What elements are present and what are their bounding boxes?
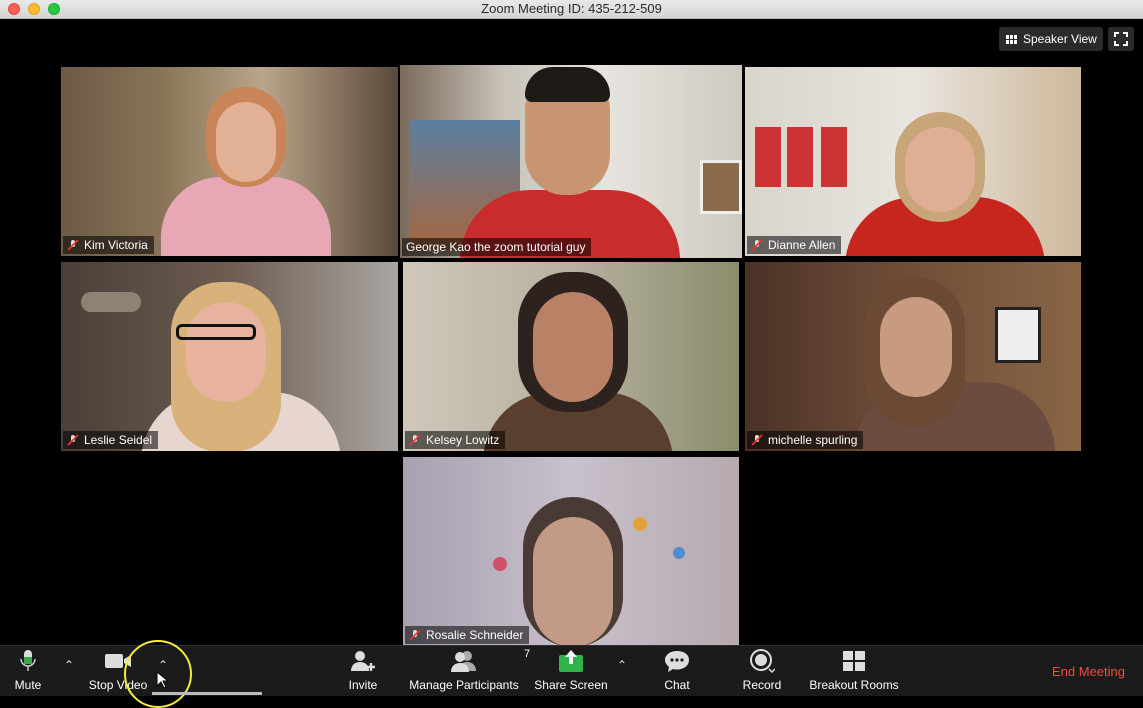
participant-nametag: Rosalie Schneider bbox=[405, 626, 530, 644]
chat-icon bbox=[665, 651, 689, 672]
fullscreen-button[interactable] bbox=[1108, 27, 1134, 51]
participant-name: Rosalie Schneider bbox=[426, 628, 524, 642]
video-tile-rosalie-schneider[interactable]: Rosalie Schneider bbox=[403, 457, 739, 646]
mute-label: Mute bbox=[14, 678, 42, 692]
end-meeting-button[interactable]: End Meeting bbox=[1052, 664, 1125, 679]
audio-options-caret[interactable]: ⌃ bbox=[64, 658, 74, 672]
mouse-pointer-icon bbox=[156, 671, 168, 689]
invite-button[interactable]: Invite bbox=[343, 646, 383, 696]
mute-button[interactable]: Mute bbox=[8, 646, 48, 696]
window-titlebar: Zoom Meeting ID: 435-212-509 bbox=[0, 0, 1143, 19]
record-icon bbox=[750, 649, 775, 674]
record-button[interactable]: Record bbox=[738, 646, 786, 696]
video-tile-dianne-allen[interactable]: Dianne Allen bbox=[745, 67, 1081, 256]
participant-name: Dianne Allen bbox=[768, 238, 836, 252]
participant-name: George Kao the zoom tutorial guy bbox=[406, 240, 586, 254]
breakout-rooms-button[interactable]: Breakout Rooms bbox=[805, 646, 903, 696]
participant-name: Kelsey Lowitz bbox=[426, 433, 500, 447]
mic-muted-icon bbox=[67, 239, 79, 251]
mic-muted-icon bbox=[67, 434, 79, 446]
participant-name: Leslie Seidel bbox=[84, 433, 153, 447]
breakout-icon bbox=[843, 651, 865, 671]
invite-icon bbox=[351, 651, 375, 671]
record-label: Record bbox=[742, 678, 782, 692]
participant-name: Kim Victoria bbox=[84, 238, 148, 252]
participant-nametag: Kim Victoria bbox=[63, 236, 154, 254]
share-options-caret[interactable]: ⌃ bbox=[617, 658, 627, 672]
share-screen-button[interactable]: Share Screen bbox=[532, 646, 610, 696]
speaker-view-label: Speaker View bbox=[1023, 32, 1097, 46]
participant-nametag: George Kao the zoom tutorial guy bbox=[402, 238, 592, 256]
video-tile-michelle-spurling[interactable]: michelle spurling bbox=[745, 262, 1081, 451]
speaker-view-icon bbox=[1006, 34, 1017, 44]
video-tile-kim-victoria[interactable]: Kim Victoria bbox=[61, 67, 398, 256]
mic-muted-icon bbox=[409, 629, 421, 641]
share-screen-label: Share Screen bbox=[534, 678, 608, 692]
participants-icon bbox=[451, 651, 476, 672]
participant-count: 7 bbox=[524, 648, 531, 660]
chat-label: Chat bbox=[664, 678, 690, 692]
invite-label: Invite bbox=[348, 678, 378, 692]
video-tile-leslie-seidel[interactable]: Leslie Seidel bbox=[61, 262, 398, 451]
video-tile-george-kao[interactable]: George Kao the zoom tutorial guy bbox=[400, 65, 742, 258]
manage-participants-button[interactable]: 7 Manage Participants bbox=[405, 646, 530, 696]
participant-nametag: Dianne Allen bbox=[747, 236, 842, 254]
mic-muted-icon bbox=[751, 434, 763, 446]
mic-muted-icon bbox=[409, 434, 421, 446]
mic-muted-icon bbox=[751, 239, 763, 251]
video-tile-kelsey-lowitz[interactable]: Kelsey Lowitz bbox=[403, 262, 739, 451]
share-screen-icon bbox=[559, 650, 583, 672]
mic-icon bbox=[20, 650, 36, 671]
participant-name: michelle spurling bbox=[768, 433, 858, 447]
participant-nametag: Leslie Seidel bbox=[63, 431, 159, 449]
window-title: Zoom Meeting ID: 435-212-509 bbox=[481, 1, 662, 16]
fullscreen-icon bbox=[1114, 32, 1128, 46]
breakout-rooms-label: Breakout Rooms bbox=[809, 678, 899, 692]
manage-participants-label: Manage Participants bbox=[409, 678, 519, 692]
chat-button[interactable]: Chat bbox=[656, 646, 698, 696]
participant-nametag: Kelsey Lowitz bbox=[405, 431, 506, 449]
speaker-view-button[interactable]: Speaker View bbox=[999, 27, 1103, 51]
participant-nametag: michelle spurling bbox=[747, 431, 864, 449]
